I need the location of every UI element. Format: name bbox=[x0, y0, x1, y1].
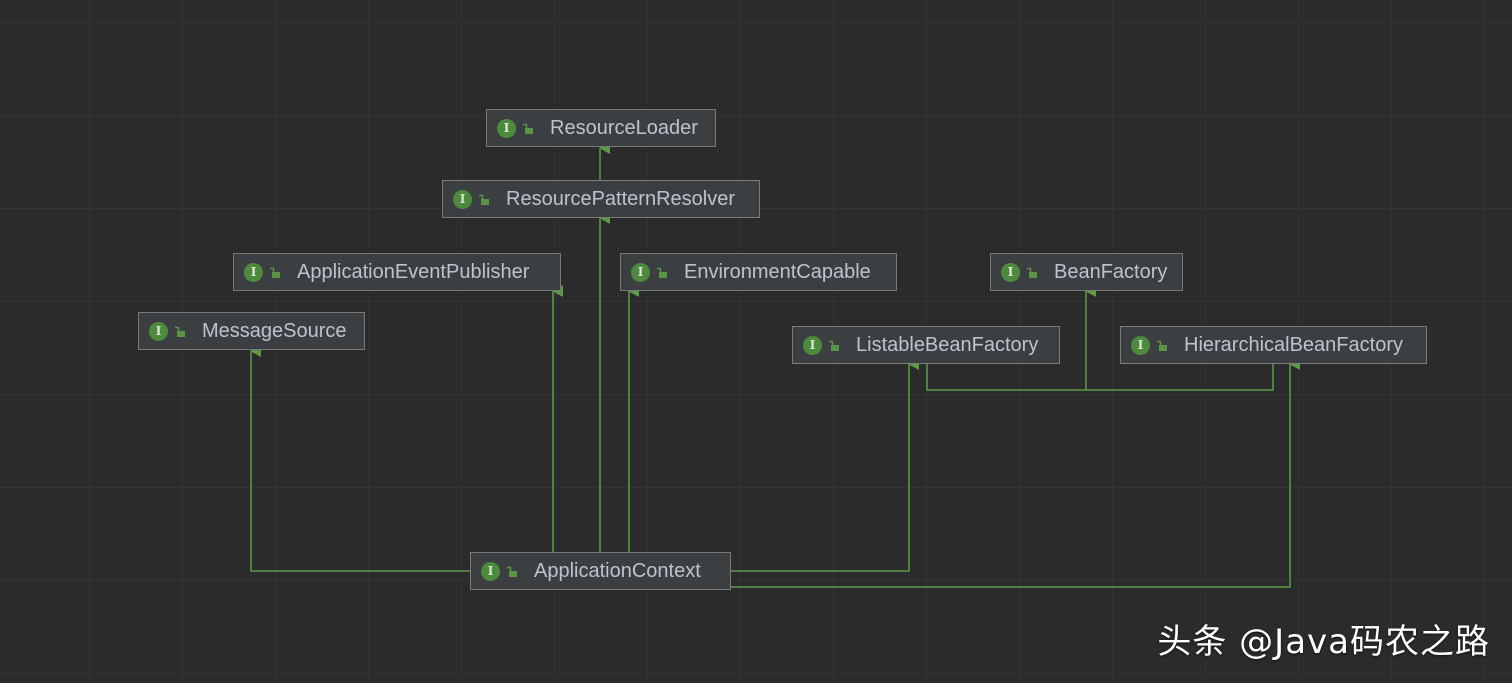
node-label: HierarchicalBeanFactory bbox=[1184, 333, 1403, 356]
node-label: MessageSource bbox=[202, 319, 347, 342]
node-label: ResourcePatternResolver bbox=[506, 187, 735, 210]
interface-icon: I bbox=[497, 118, 516, 138]
edge-hierarchicalbeanfactory-to-beanfactory bbox=[1086, 364, 1274, 391]
interface-icon: I bbox=[803, 335, 822, 355]
edge-listablebeanfactory-to-beanfactory bbox=[926, 364, 1086, 391]
node-label: BeanFactory bbox=[1054, 260, 1168, 283]
node-label: ApplicationEventPublisher bbox=[297, 260, 530, 283]
node-environment-capable[interactable]: I EnvironmentCapable bbox=[620, 253, 897, 291]
node-hierarchical-bean-factory[interactable]: I HierarchicalBeanFactory bbox=[1120, 326, 1427, 364]
lock-icon bbox=[507, 566, 517, 577]
node-label: ListableBeanFactory bbox=[856, 333, 1039, 356]
interface-icon: I bbox=[481, 561, 500, 581]
edge-applicationcontext-to-listablebeanfactory bbox=[731, 358, 919, 572]
lock-icon bbox=[1157, 340, 1167, 351]
node-listable-bean-factory[interactable]: I ListableBeanFactory bbox=[792, 326, 1060, 364]
lock-icon bbox=[657, 267, 667, 278]
node-application-event-publisher[interactable]: I ApplicationEventPublisher bbox=[233, 253, 561, 291]
edge-applicationcontext-to-hierarchicalbeanfactory bbox=[731, 358, 1300, 588]
interface-icon: I bbox=[453, 189, 472, 209]
interface-icon: I bbox=[631, 262, 650, 282]
node-bean-factory[interactable]: I BeanFactory bbox=[990, 253, 1183, 291]
interface-icon: I bbox=[149, 321, 168, 341]
lock-icon bbox=[523, 123, 533, 134]
lock-icon bbox=[175, 326, 185, 337]
interface-icon: I bbox=[1001, 262, 1020, 282]
node-resource-pattern-resolver[interactable]: I ResourcePatternResolver bbox=[442, 180, 760, 218]
lock-icon bbox=[1027, 267, 1037, 278]
lock-icon bbox=[270, 267, 280, 278]
node-label: ResourceLoader bbox=[550, 116, 698, 139]
lock-icon bbox=[479, 194, 489, 205]
node-application-context[interactable]: I ApplicationContext bbox=[470, 552, 731, 590]
interface-icon: I bbox=[244, 262, 263, 282]
edge-applicationcontext-to-messagesource bbox=[250, 345, 470, 572]
interface-icon: I bbox=[1131, 335, 1150, 355]
lock-icon bbox=[829, 340, 839, 351]
node-label: EnvironmentCapable bbox=[684, 260, 871, 283]
node-resource-loader[interactable]: I ResourceLoader bbox=[486, 109, 716, 147]
node-label: ApplicationContext bbox=[534, 559, 701, 582]
node-message-source[interactable]: I MessageSource bbox=[138, 312, 365, 350]
watermark: 头条 @Java码农之路 bbox=[1157, 622, 1490, 662]
